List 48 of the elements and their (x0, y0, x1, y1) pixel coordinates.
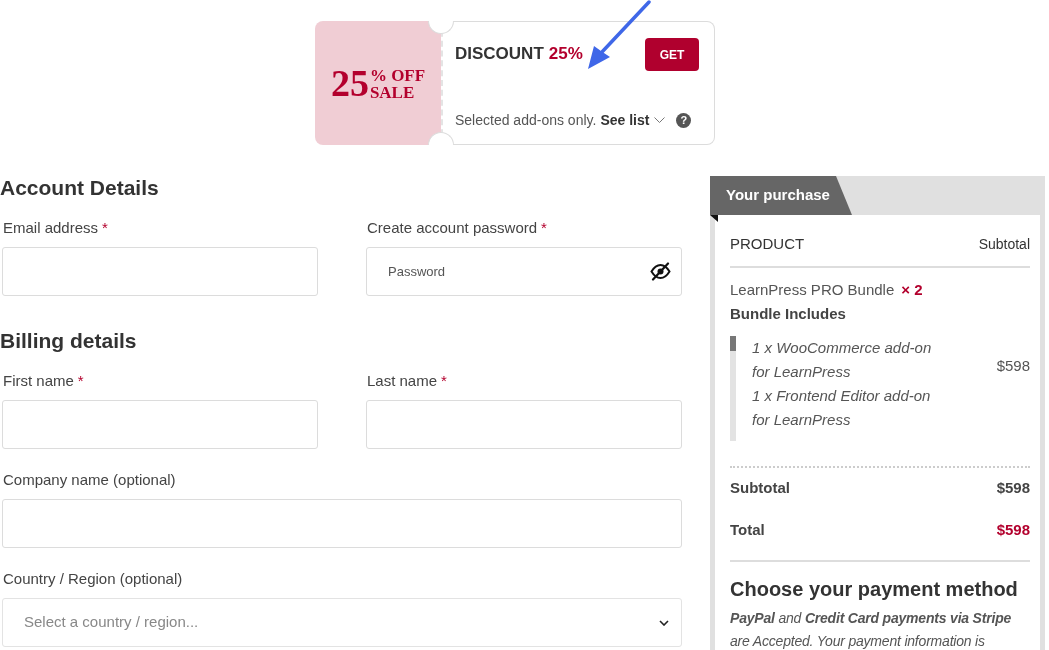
required-mark: * (77, 371, 84, 391)
password-field[interactable]: Password (366, 247, 682, 296)
country-select[interactable]: Select a country / region... (2, 598, 682, 647)
column-header: Subtotal (978, 235, 1030, 254)
discount-value: 25% (548, 43, 583, 65)
field-label: Last name (367, 371, 438, 391)
bundle-item: 1 x WooCommerce add-on for LearnPress (752, 338, 933, 382)
field-label: Create account password (367, 218, 538, 238)
field-label: Country / Region (optional) (3, 569, 183, 589)
product-name: LearnPress PRO Bundle (730, 280, 895, 300)
coupon-title: DISCOUNT (455, 43, 544, 65)
total-value: $598 (996, 520, 1030, 540)
help-button[interactable]: ? (676, 112, 692, 128)
total-label: Total (730, 520, 765, 540)
field-label: Company name (optional) (3, 470, 176, 490)
payment-heading: Choose your payment method (730, 577, 1018, 602)
section-heading: Billing details (0, 329, 137, 353)
text-field[interactable] (2, 400, 318, 449)
scrollbar-track[interactable] (730, 336, 736, 441)
see-list-link[interactable]: See list (600, 110, 666, 130)
text-field[interactable] (2, 247, 318, 296)
text-field[interactable] (2, 499, 682, 548)
bundle-item: 1 x Frontend Editor add-on for LearnPress (752, 386, 932, 430)
section-heading: Account Details (0, 176, 159, 200)
eye-slash-icon[interactable] (650, 262, 671, 281)
product-subtotal: $598 (996, 356, 1030, 377)
panel-title: Your purchase (710, 176, 852, 215)
badge-sale: SALE (369, 84, 416, 101)
column-header: PRODUCT (730, 234, 805, 254)
required-mark: * (441, 371, 447, 391)
scrollbar-thumb[interactable] (730, 336, 736, 351)
chevron-down-icon (654, 117, 666, 123)
badge-number: 25 (330, 64, 369, 102)
field-label: Email address (3, 218, 99, 238)
ribbon-fold-icon (710, 215, 718, 222)
chevron-down-icon (659, 619, 669, 626)
coupon-note: Selected add-ons only. (455, 111, 597, 130)
get-button[interactable]: GET (645, 38, 699, 71)
payment-note: PayPal and Credit Card payments via Stripe are Accepted. Your payment information is (730, 609, 1013, 650)
bundle-includes-label: Bundle Includes (730, 304, 846, 324)
badge-percent-off: % OFF (369, 67, 426, 84)
field-label: First name (3, 371, 74, 391)
required-mark: * (102, 218, 108, 238)
total-value: $598 (996, 478, 1030, 498)
required-mark: * (541, 218, 547, 238)
text-field[interactable] (366, 400, 682, 449)
total-label: Subtotal (730, 478, 790, 498)
product-quantity: × 2 (901, 280, 923, 300)
